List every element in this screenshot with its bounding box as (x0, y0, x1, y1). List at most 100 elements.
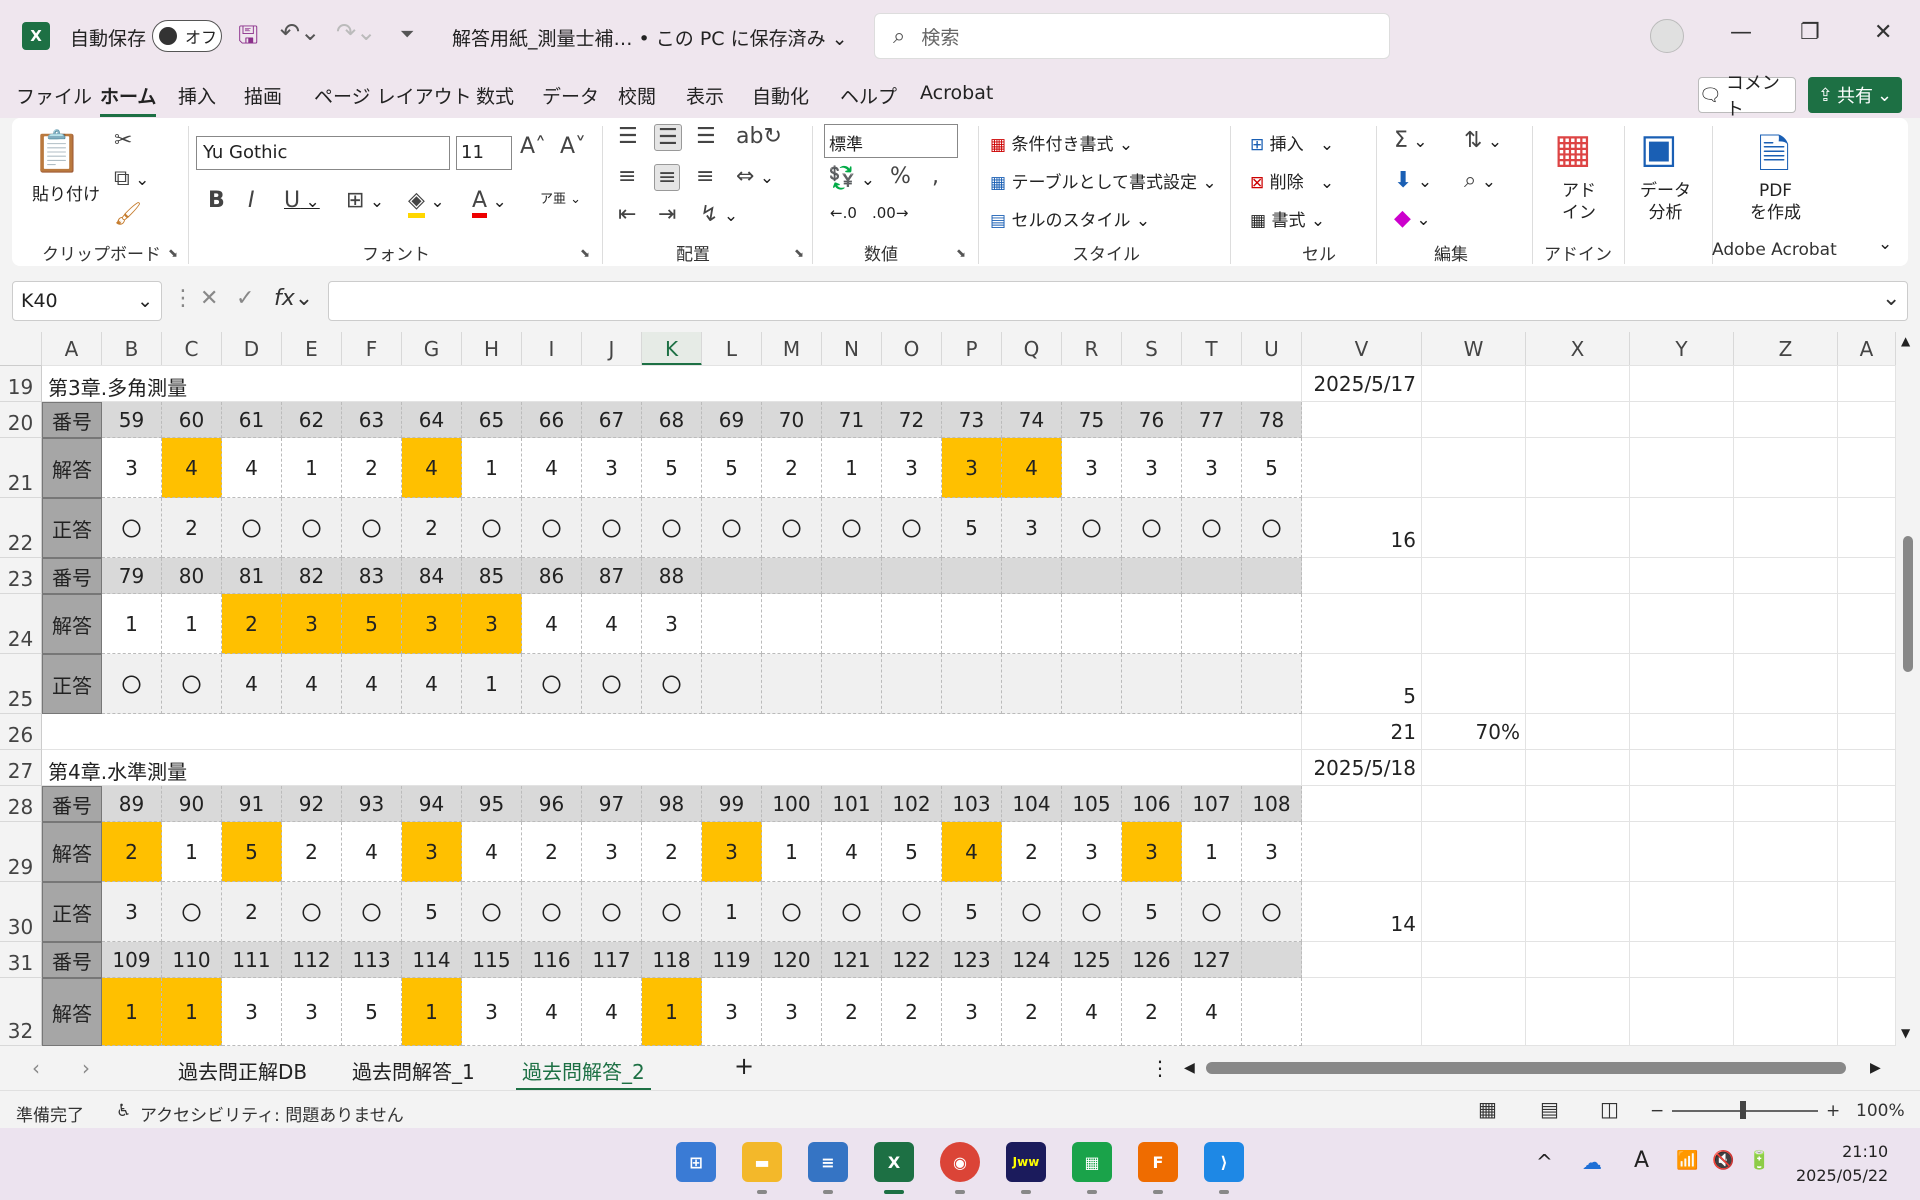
question-number-cell[interactable]: 109 (102, 942, 162, 978)
tab-page-layout[interactable]: ページ レイアウト (314, 82, 472, 109)
answer-cell[interactable]: 5 (702, 438, 762, 498)
correct-answer-cell[interactable]: 1 (702, 882, 762, 942)
column-header[interactable]: L (702, 332, 762, 366)
format-as-table-button[interactable]: ▦ テーブルとして書式設定 ⌄ (990, 168, 1217, 193)
question-number-cell[interactable]: 61 (222, 402, 282, 438)
align-top-icon[interactable]: ☰ (618, 124, 638, 149)
answer-cell[interactable]: 1 (462, 438, 522, 498)
correct-answer-cell[interactable]: 〇 (822, 498, 882, 558)
correct-answer-cell[interactable]: 〇 (162, 654, 222, 714)
answer-cell[interactable]: 3 (702, 822, 762, 882)
question-number-cell[interactable] (1242, 558, 1302, 594)
formula-input[interactable] (328, 281, 1908, 321)
row-header[interactable]: 29 (0, 822, 42, 882)
correct-answer-cell[interactable]: 〇 (642, 654, 702, 714)
answer-cell[interactable] (1002, 594, 1062, 654)
answer-cell[interactable] (1122, 594, 1182, 654)
answer-cell[interactable] (762, 594, 822, 654)
correct-answer-cell[interactable]: 〇 (462, 882, 522, 942)
question-number-cell[interactable]: 77 (1182, 402, 1242, 438)
correct-answer-cell[interactable]: 〇 (1242, 882, 1302, 942)
wrap-text-icon[interactable]: ↯ ⌄ (700, 202, 738, 227)
font-color-icon[interactable]: A ⌄ (472, 188, 507, 218)
number-launcher-icon[interactable]: ⬊ (956, 246, 966, 260)
column-header[interactable]: F (342, 332, 402, 366)
row-header[interactable]: 22 (0, 498, 42, 558)
question-number-cell[interactable] (1062, 558, 1122, 594)
insert-cells-button[interactable]: ⊞ 挿入 ⌄ (1250, 130, 1334, 155)
addin-button[interactable]: アド イン (1562, 180, 1596, 224)
answer-cell[interactable]: 4 (522, 594, 582, 654)
answer-cell[interactable]: 3 (762, 978, 822, 1046)
column-header[interactable]: W (1422, 332, 1526, 366)
question-number-cell[interactable] (1002, 558, 1062, 594)
align-middle-icon[interactable]: ☰ (654, 124, 682, 151)
correct-answer-cell[interactable] (1062, 654, 1122, 714)
answer-cell[interactable]: 4 (522, 978, 582, 1046)
row-header[interactable]: 19 (0, 366, 42, 402)
paste-icon[interactable]: 📋 (32, 128, 82, 176)
answer-cell[interactable]: 1 (822, 438, 882, 498)
answer-cell[interactable] (942, 594, 1002, 654)
answer-cell[interactable]: 3 (642, 594, 702, 654)
tab-formulas[interactable]: 数式 (476, 82, 514, 109)
correct-answer-cell[interactable]: 〇 (1182, 882, 1242, 942)
column-header[interactable]: U (1242, 332, 1302, 366)
correct-answer-cell[interactable]: 〇 (1002, 882, 1062, 942)
align-right-icon[interactable]: ≡ (696, 164, 714, 189)
question-number-cell[interactable]: 72 (882, 402, 942, 438)
answer-cell[interactable]: 3 (282, 594, 342, 654)
answer-cell[interactable]: 4 (942, 822, 1002, 882)
question-number-cell[interactable]: 122 (882, 942, 942, 978)
tab-review[interactable]: 校閲 (618, 82, 656, 109)
more-icon[interactable]: ⋮ (172, 286, 194, 311)
file-explorer-icon[interactable]: ▬ (742, 1142, 782, 1182)
comma-icon[interactable]: , (932, 164, 939, 189)
cut-icon[interactable]: ✂ (114, 128, 132, 153)
answer-cell[interactable]: 4 (582, 594, 642, 654)
save-icon[interactable]: 🖫 (238, 18, 258, 59)
fill-color-icon[interactable]: ◈ ⌄ (408, 188, 445, 218)
correct-answer-cell[interactable]: 〇 (882, 882, 942, 942)
correct-answer-cell[interactable]: 〇 (1062, 882, 1122, 942)
answer-cell[interactable]: 4 (342, 822, 402, 882)
italic-icon[interactable]: I (248, 188, 255, 213)
question-number-cell[interactable]: 111 (222, 942, 282, 978)
question-number-cell[interactable]: 74 (1002, 402, 1062, 438)
answer-cell[interactable]: 3 (1062, 438, 1122, 498)
insert-function-icon[interactable]: fx⌄ (274, 286, 313, 311)
question-number-cell[interactable]: 88 (642, 558, 702, 594)
orientation-icon[interactable]: ab↻ (736, 124, 782, 149)
more-sheets-icon[interactable]: ⋮ (1150, 1056, 1170, 1080)
correct-answer-cell[interactable]: 5 (1122, 882, 1182, 942)
collapse-ribbon-icon[interactable]: ⌄ (1878, 234, 1892, 254)
correct-answer-cell[interactable]: 〇 (642, 498, 702, 558)
accessibility-icon[interactable]: ♿ (116, 1101, 131, 1121)
question-number-cell[interactable]: 75 (1062, 402, 1122, 438)
question-number-cell[interactable]: 95 (462, 786, 522, 822)
answer-cell[interactable]: 2 (522, 822, 582, 882)
question-number-cell[interactable]: 84 (402, 558, 462, 594)
row-header[interactable]: 30 (0, 882, 42, 942)
scroll-right-icon[interactable]: ▶ (1870, 1060, 1881, 1076)
correct-answer-cell[interactable] (1182, 654, 1242, 714)
comment-button[interactable]: 🗨 コメント (1698, 73, 1796, 120)
question-number-cell[interactable]: 118 (642, 942, 702, 978)
answer-cell[interactable]: 2 (1002, 822, 1062, 882)
sort-filter-icon[interactable]: ⇅ ⌄ (1464, 128, 1502, 153)
answer-cell[interactable]: 5 (882, 822, 942, 882)
enter-icon[interactable]: ✓ (236, 286, 254, 311)
conditional-format-button[interactable]: ▦ 条件付き書式 ⌄ (990, 130, 1133, 155)
question-number-cell[interactable]: 90 (162, 786, 222, 822)
undo-icon[interactable]: ↶⌄ (280, 18, 320, 46)
question-number-cell[interactable]: 86 (522, 558, 582, 594)
question-number-cell[interactable]: 71 (822, 402, 882, 438)
correct-answer-cell[interactable]: 1 (462, 654, 522, 714)
correct-answer-cell[interactable]: 4 (222, 654, 282, 714)
question-number-cell[interactable]: 73 (942, 402, 1002, 438)
column-header[interactable]: B (102, 332, 162, 366)
page-layout-view-icon[interactable]: ▤ (1540, 1097, 1559, 1121)
create-pdf-button[interactable]: PDF を作成 (1750, 180, 1801, 224)
user-avatar[interactable] (1650, 19, 1684, 53)
increase-decimal-icon[interactable]: ←.0 (830, 204, 857, 222)
